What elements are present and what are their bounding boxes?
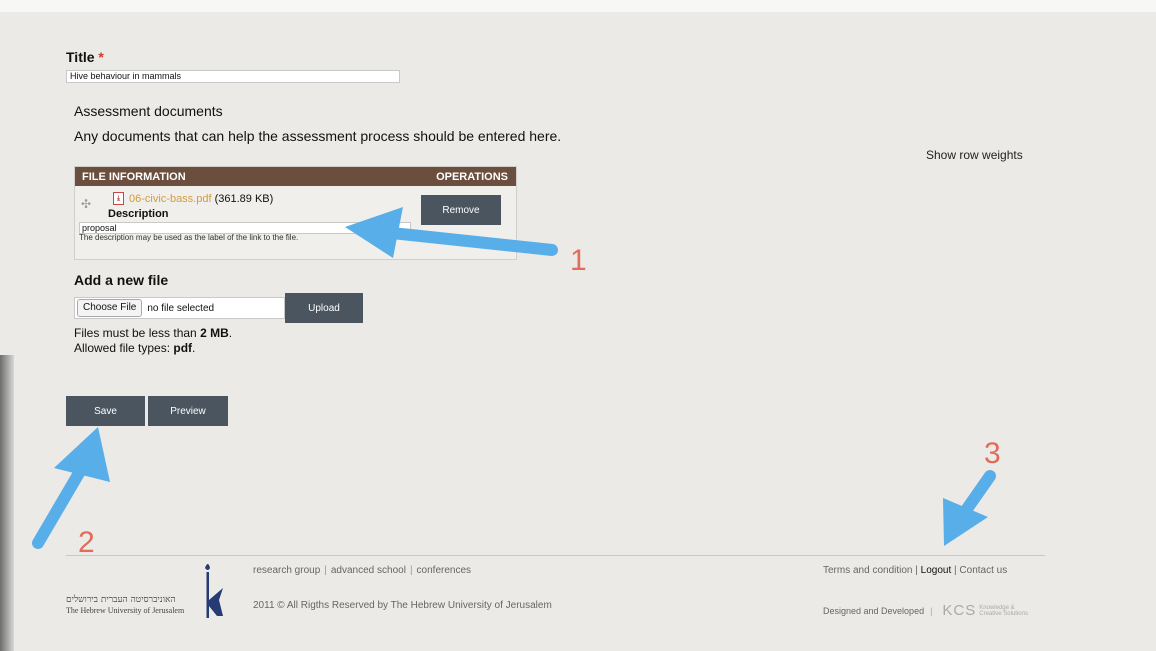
annotation-arrow-1-icon bbox=[345, 207, 558, 258]
annotation-arrow-3-icon bbox=[943, 470, 996, 546]
annotation-arrows bbox=[32, 207, 996, 549]
annotation-arrow-2-icon bbox=[32, 427, 110, 549]
